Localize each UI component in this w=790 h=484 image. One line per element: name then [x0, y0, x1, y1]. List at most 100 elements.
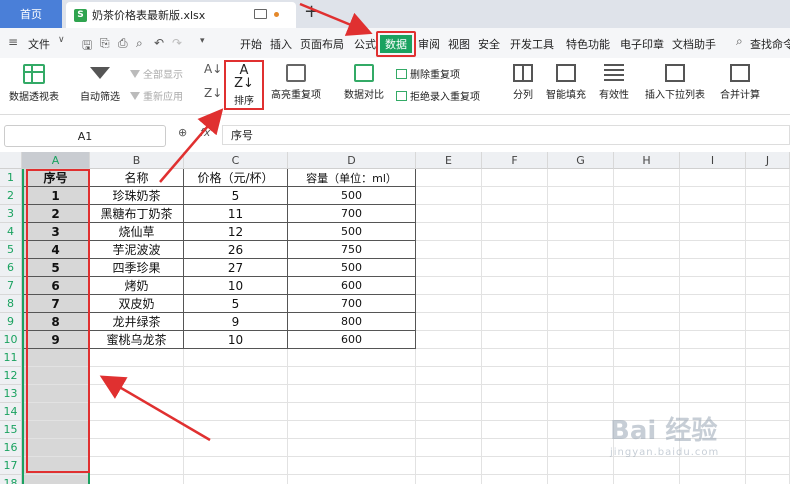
- cell-b15[interactable]: [90, 421, 184, 439]
- cell-d8[interactable]: 700: [288, 295, 416, 313]
- menu-page-layout[interactable]: 页面布局: [300, 36, 344, 52]
- cell-b2[interactable]: 珍珠奶茶: [90, 187, 184, 205]
- cell-g12[interactable]: [548, 367, 614, 385]
- cell-d7[interactable]: 600: [288, 277, 416, 295]
- cell-e5[interactable]: [416, 241, 482, 259]
- cell-b9[interactable]: 龙井绿茶: [90, 313, 184, 331]
- column-header-e[interactable]: E: [416, 152, 482, 169]
- cell-c9[interactable]: 9: [184, 313, 288, 331]
- cell-c12[interactable]: [184, 367, 288, 385]
- cell-e7[interactable]: [416, 277, 482, 295]
- cell-d15[interactable]: [288, 421, 416, 439]
- cell-a13[interactable]: [22, 385, 90, 403]
- cell-e6[interactable]: [416, 259, 482, 277]
- cell-c6[interactable]: 27: [184, 259, 288, 277]
- column-header-d[interactable]: D: [288, 152, 416, 169]
- cell-a6[interactable]: 5: [22, 259, 90, 277]
- cell-c3[interactable]: 11: [184, 205, 288, 223]
- cell-e16[interactable]: [416, 439, 482, 457]
- cell-f4[interactable]: [482, 223, 548, 241]
- cell-e14[interactable]: [416, 403, 482, 421]
- cell-a1[interactable]: 序号: [22, 169, 90, 187]
- cell-d13[interactable]: [288, 385, 416, 403]
- undo-icon[interactable]: ↶: [154, 36, 164, 50]
- row-header[interactable]: 8: [0, 295, 22, 313]
- cell-b8[interactable]: 双皮奶: [90, 295, 184, 313]
- cell-j9[interactable]: [746, 313, 790, 331]
- cell-h6[interactable]: [614, 259, 680, 277]
- split-column-button[interactable]: 分列: [508, 64, 538, 101]
- cell-j10[interactable]: [746, 331, 790, 349]
- sort-ascending-icon[interactable]: A↓: [204, 62, 222, 76]
- cell-b16[interactable]: [90, 439, 184, 457]
- cell-i13[interactable]: [680, 385, 746, 403]
- column-header-f[interactable]: F: [482, 152, 548, 169]
- fx-icon[interactable]: fx: [200, 126, 210, 139]
- cell-c5[interactable]: 26: [184, 241, 288, 259]
- cell-h9[interactable]: [614, 313, 680, 331]
- cell-g17[interactable]: [548, 457, 614, 475]
- cell-f18[interactable]: [482, 475, 548, 484]
- cell-h5[interactable]: [614, 241, 680, 259]
- cell-b3[interactable]: 黑糖布丁奶茶: [90, 205, 184, 223]
- file-tab[interactable]: S 奶茶价格表最新版.xlsx: [66, 2, 296, 28]
- cell-i12[interactable]: [680, 367, 746, 385]
- cell-d3[interactable]: 700: [288, 205, 416, 223]
- cell-i2[interactable]: [680, 187, 746, 205]
- autofilter-button[interactable]: 自动筛选: [76, 64, 124, 103]
- cell-a9[interactable]: 8: [22, 313, 90, 331]
- cell-b18[interactable]: [90, 475, 184, 484]
- cell-d17[interactable]: [288, 457, 416, 475]
- cell-j5[interactable]: [746, 241, 790, 259]
- name-box[interactable]: A1: [4, 125, 166, 147]
- row-header[interactable]: 10: [0, 331, 22, 349]
- cell-d9[interactable]: 800: [288, 313, 416, 331]
- cell-e17[interactable]: [416, 457, 482, 475]
- menu-features[interactable]: 特色功能: [566, 36, 610, 52]
- column-header-b[interactable]: B: [90, 152, 184, 169]
- cell-i8[interactable]: [680, 295, 746, 313]
- cell-g18[interactable]: [548, 475, 614, 484]
- cell-c11[interactable]: [184, 349, 288, 367]
- cell-f12[interactable]: [482, 367, 548, 385]
- cell-i1[interactable]: [680, 169, 746, 187]
- cell-a3[interactable]: 2: [22, 205, 90, 223]
- cell-j2[interactable]: [746, 187, 790, 205]
- hamburger-icon[interactable]: ≡: [8, 35, 18, 49]
- cell-i11[interactable]: [680, 349, 746, 367]
- row-header[interactable]: 3: [0, 205, 22, 223]
- row-header[interactable]: 4: [0, 223, 22, 241]
- row-header[interactable]: 7: [0, 277, 22, 295]
- cell-h11[interactable]: [614, 349, 680, 367]
- cell-a10[interactable]: 9: [22, 331, 90, 349]
- redo-icon[interactable]: ↷: [172, 36, 182, 50]
- cell-g5[interactable]: [548, 241, 614, 259]
- cell-i4[interactable]: [680, 223, 746, 241]
- column-header-i[interactable]: I: [680, 152, 746, 169]
- cell-j3[interactable]: [746, 205, 790, 223]
- cell-j7[interactable]: [746, 277, 790, 295]
- cell-c10[interactable]: 10: [184, 331, 288, 349]
- cell-b4[interactable]: 烧仙草: [90, 223, 184, 241]
- export-icon[interactable]: ⎘: [100, 36, 110, 51]
- cell-b12[interactable]: [90, 367, 184, 385]
- cell-c13[interactable]: [184, 385, 288, 403]
- data-compare-button[interactable]: 数据对比: [336, 64, 392, 101]
- cell-d12[interactable]: [288, 367, 416, 385]
- cell-a17[interactable]: [22, 457, 90, 475]
- cell-f6[interactable]: [482, 259, 548, 277]
- menu-e-seal[interactable]: 电子印章: [620, 36, 664, 52]
- print-icon[interactable]: ⎙: [118, 36, 128, 51]
- cell-j12[interactable]: [746, 367, 790, 385]
- cell-j4[interactable]: [746, 223, 790, 241]
- cell-g3[interactable]: [548, 205, 614, 223]
- column-header-h[interactable]: H: [614, 152, 680, 169]
- merge-calculation-button[interactable]: 合并计算: [716, 64, 764, 101]
- column-header-c[interactable]: C: [184, 152, 288, 169]
- cell-a5[interactable]: 4: [22, 241, 90, 259]
- menu-view[interactable]: 视图: [448, 36, 470, 52]
- cell-b7[interactable]: 烤奶: [90, 277, 184, 295]
- cell-g6[interactable]: [548, 259, 614, 277]
- cell-i9[interactable]: [680, 313, 746, 331]
- cell-g14[interactable]: [548, 403, 614, 421]
